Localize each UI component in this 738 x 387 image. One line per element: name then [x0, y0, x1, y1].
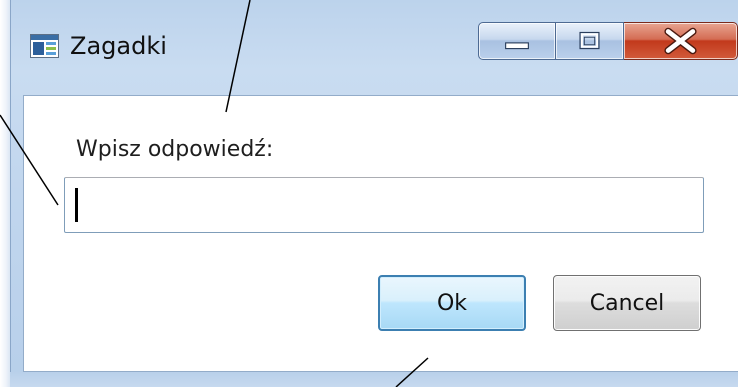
dialog-client-area: Wpisz odpowiedź: Ok Cancel	[23, 95, 738, 372]
ok-button[interactable]: Ok	[378, 275, 526, 331]
maximize-icon	[579, 31, 600, 50]
window-title: Zagadki	[70, 32, 167, 60]
left-margin	[0, 0, 10, 387]
window-app-icon	[30, 34, 59, 58]
minimize-button[interactable]	[478, 22, 556, 60]
cancel-button[interactable]: Cancel	[553, 275, 701, 331]
answer-prompt-label: Wpisz odpowiedź:	[76, 137, 274, 162]
close-button[interactable]	[624, 22, 738, 60]
minimize-icon	[505, 42, 529, 50]
maximize-button[interactable]	[556, 22, 624, 60]
text-caret	[75, 188, 78, 222]
close-icon	[664, 27, 697, 55]
answer-input[interactable]	[64, 177, 704, 233]
title-bar[interactable]: Zagadki	[10, 0, 738, 95]
window-bottom-border	[10, 372, 738, 387]
